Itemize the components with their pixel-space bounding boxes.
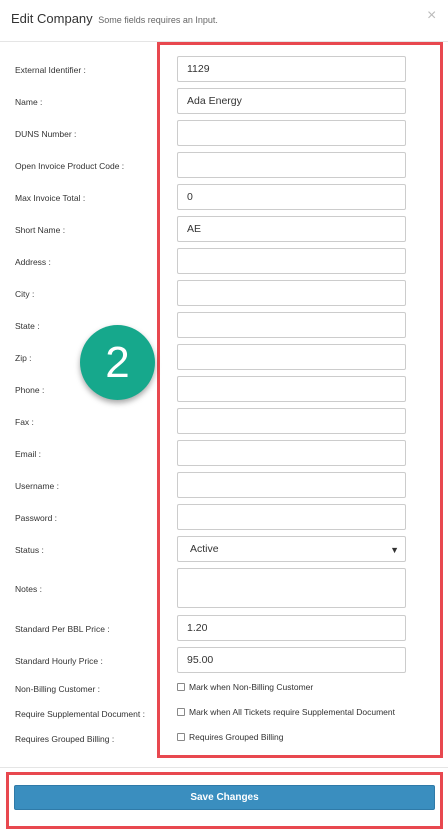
step-number-badge: 2: [80, 325, 155, 400]
max-invoice-total-label: Max Invoice Total :: [15, 193, 86, 203]
status-label: Status :: [15, 545, 44, 555]
require-supplemental-document-label: Require Supplemental Document :: [15, 709, 145, 719]
fax-label: Fax :: [15, 417, 34, 427]
password-label: Password :: [15, 513, 58, 523]
standard-per-bbl-price-label: Standard Per BBL Price :: [15, 624, 110, 634]
modal-subtitle: Some fields requires an Input.: [98, 15, 218, 25]
city-label: City :: [15, 289, 35, 299]
phone-label: Phone :: [15, 385, 45, 395]
notes-label: Notes :: [15, 584, 42, 594]
open-invoice-product-code-label: Open Invoice Product Code :: [15, 161, 125, 171]
username-label: Username :: [15, 481, 59, 491]
short-name-label: Short Name :: [15, 225, 66, 235]
state-label: State :: [15, 321, 40, 331]
save-changes-button[interactable]: Save Changes: [14, 785, 435, 810]
email-label: Email :: [15, 449, 41, 459]
non-billing-customer-label: Non-Billing Customer :: [15, 684, 101, 694]
fields-highlight-box: [157, 42, 443, 758]
standard-hourly-price-label: Standard Hourly Price :: [15, 656, 103, 666]
modal-header: Edit Company Some fields requires an Inp…: [0, 0, 448, 42]
external-identifier-label: External Identifier :: [15, 65, 86, 75]
footer-divider: [0, 767, 448, 768]
close-icon[interactable]: ×: [427, 8, 436, 24]
duns-number-label: DUNS Number :: [15, 129, 77, 139]
modal-title-group: Edit Company Some fields requires an Inp…: [11, 11, 218, 26]
zip-label: Zip :: [15, 353, 32, 363]
modal-title: Edit Company: [11, 11, 93, 26]
address-label: Address :: [15, 257, 51, 267]
requires-grouped-billing-label: Requires Grouped Billing :: [15, 734, 115, 744]
name-label: Name :: [15, 97, 43, 107]
